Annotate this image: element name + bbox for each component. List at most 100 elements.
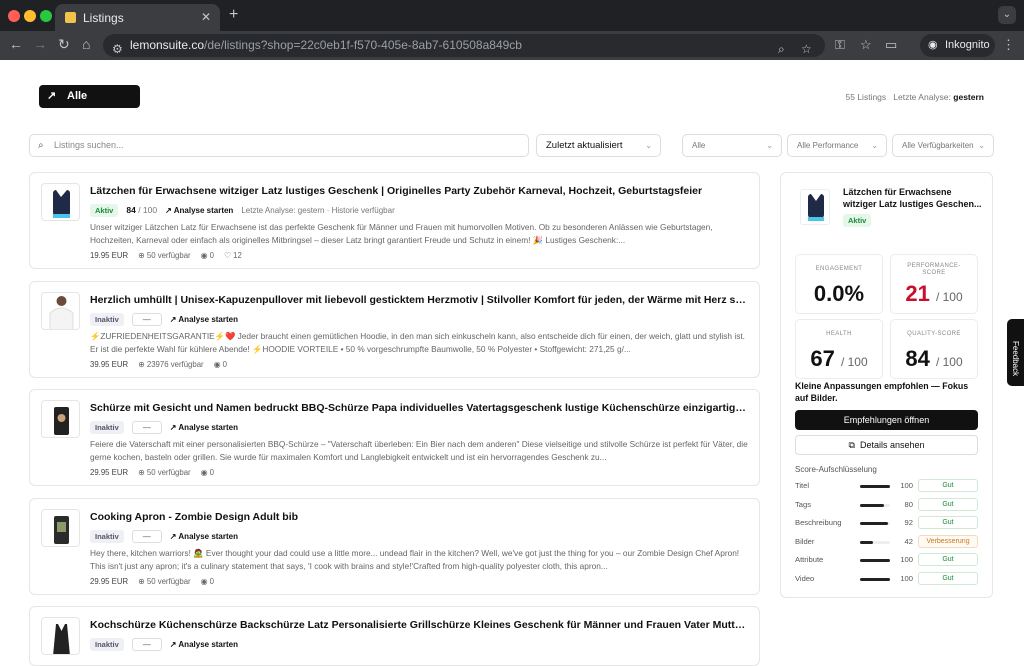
eye-icon: ◉ [200,251,208,260]
breakdown-bar-fill [860,577,890,581]
listing-title[interactable]: Herzlich umhüllt | Unisex-Kapuzenpullove… [90,294,750,306]
listing-price: 19.95 EUR [90,251,129,260]
availability-filter-select[interactable]: Alle Verfügbarkeiten ⌄ [892,134,994,157]
analyze-label: Analyse starten [178,531,238,541]
browser-tab[interactable]: Listings ✕ [55,4,220,31]
performance-filter-value: Alle Performance [797,141,859,150]
close-window-button[interactable] [8,10,20,22]
address-bar[interactable]: ⚙ lemonsuite.co/de/listings?shop=22c0eb1… [103,34,825,57]
analyze-button[interactable]: ↗ Analyse starten [170,532,238,541]
minimize-window-button[interactable] [24,10,36,22]
listing-thumbnail [41,617,80,655]
maximize-window-button[interactable] [40,10,52,22]
bookmark-star-icon[interactable]: ☆ [801,38,812,61]
breakdown-bar-fill [860,540,873,544]
listing-card[interactable]: Herzlich umhüllt | Unisex-Kapuzenpullove… [29,281,760,378]
metric-health: HEALTH 67 / 100 [795,319,883,379]
feedback-label: Feedback [1011,341,1020,377]
breakdown-bar-fill [860,485,890,488]
metric-number: 0.0% [813,281,865,306]
metric-label: QUALITY-SCORE [907,331,961,337]
feedback-tab[interactable]: Feedback [1007,319,1024,386]
sort-value: Zuletzt aktualisiert [546,140,623,151]
views-value: 0 [209,251,214,260]
last-analysis-value: gestern [953,92,984,102]
close-tab-icon[interactable]: ✕ [201,10,211,24]
analyze-button[interactable]: ↗ Analyse starten [165,206,233,215]
breakdown-bar-fill [860,559,890,562]
zoom-icon[interactable]: ⌕ [778,38,785,61]
listing-stats: 29.95 EUR ⊕ 50 verfügbar ◉ 0 [90,468,214,477]
search-icon: ⌕ [38,140,44,151]
breakdown-label: Video [795,573,815,583]
breakdown-tag: Gut [918,571,978,585]
analyze-label: Analyse starten [178,422,238,432]
open-recommendations-button[interactable]: Empfehlungen öffnen [795,410,978,430]
listing-status-row: Inaktiv — ↗ Analyse starten [90,312,238,326]
tab-search-button[interactable]: ⌄ [998,6,1016,24]
password-key-icon[interactable]: ⚿ [835,37,845,53]
breakdown-row: Attribute 100 Gut [795,553,980,567]
heart-icon: ♡ [223,251,231,260]
status-filter-value: Alle [692,141,706,150]
performance-filter-select[interactable]: Alle Performance ⌄ [787,134,887,157]
listing-card[interactable]: Cooking Apron - Zombie Design Adult bib … [29,498,760,595]
breakdown-value: 80 [904,499,913,509]
cast-icon[interactable]: ▭ [885,37,897,53]
score-placeholder: — [131,637,162,651]
page-content: ↗ Alle analysieren 55 Listings Letzte An… [0,60,1024,666]
breakdown-value: 100 [900,481,913,490]
forward-icon[interactable]: → [33,36,47,52]
metric-suffix: / 100 [935,355,963,369]
breakdown-row: Beschreibung 92 Gut [795,516,980,530]
breakdown-tag: Verbesserung [918,534,978,548]
likes: ♡ 12 [224,251,242,260]
favorites-icon[interactable]: ☆ [860,37,872,53]
status-badge: Aktiv [90,203,119,217]
metric-label: HEALTH [826,331,852,337]
analyze-button[interactable]: ↗ Analyse starten [170,423,238,432]
breakdown-label: Titel [795,481,810,490]
view-details-button[interactable]: ⧉ Details ansehen [795,435,978,455]
incognito-icon: ◉ [928,39,938,51]
listing-card[interactable]: Schürze mit Gesicht und Namen bedruckt B… [29,389,760,486]
stock: ⊕ 23976 verfügbar [138,360,204,369]
listing-title[interactable]: Lätzchen für Erwachsene witziger Latz lu… [90,185,750,197]
breakdown-row: Tags 80 Gut [795,497,980,512]
breakdown-bar-fill [860,503,884,507]
status-filter-select[interactable]: Alle ⌄ [682,134,782,157]
site-info-icon[interactable]: ⚙ [112,38,123,61]
listing-title[interactable]: Cooking Apron - Zombie Design Adult bib [90,511,750,523]
metric-label: PERFORMANCE-SCORE [907,263,961,276]
breakdown-tag: Gut [918,553,978,566]
breakdown-bar [860,503,890,507]
breakdown-row: Video 100 Gut [795,571,980,586]
listing-card[interactable]: Kochschürze Küchenschürze Backschürze La… [29,606,760,666]
listing-card[interactable]: Lätzchen für Erwachsene witziger Latz lu… [29,172,760,269]
breakdown-label: Tags [795,499,812,509]
browser-menu-icon[interactable]: ⋮ [1002,37,1015,53]
analyze-all-button[interactable]: ↗ Alle analysieren [39,85,140,125]
reload-icon[interactable]: ↻ [58,36,70,53]
analyze-button[interactable]: ↗ Analyse starten [170,315,238,324]
stock-icon: ⊕ [138,251,145,260]
listing-title[interactable]: Schürze mit Gesicht und Namen bedruckt B… [90,402,750,414]
last-analysis-label: Letzte Analyse: [893,92,951,102]
status-badge: Inaktiv [90,312,124,326]
sort-select[interactable]: Zuletzt aktualisiert ⌄ [536,134,661,157]
stock-icon: ⊕ [138,360,145,369]
new-tab-button[interactable]: + [229,6,238,24]
metric-number: 21 [905,281,930,306]
search-input[interactable]: ⌕ Listings suchen... [29,134,529,157]
listing-title[interactable]: Kochschürze Küchenschürze Backschürze La… [90,619,750,631]
search-placeholder: Listings suchen... [54,140,124,150]
chevron-down-icon: ⌄ [766,141,773,150]
home-icon[interactable]: ⌂ [82,36,90,52]
incognito-indicator[interactable]: ◉ Inkognito [920,34,995,57]
url-host: lemonsuite.co [130,38,205,52]
back-icon[interactable]: ← [9,36,23,52]
views-value: 0 [222,360,227,369]
analyze-button[interactable]: ↗ Analyse starten [170,640,238,649]
trend-icon: ↗ [47,90,57,102]
recommendation-text: Kleine Anpassungen empfohlen — Fokus auf… [795,381,969,403]
